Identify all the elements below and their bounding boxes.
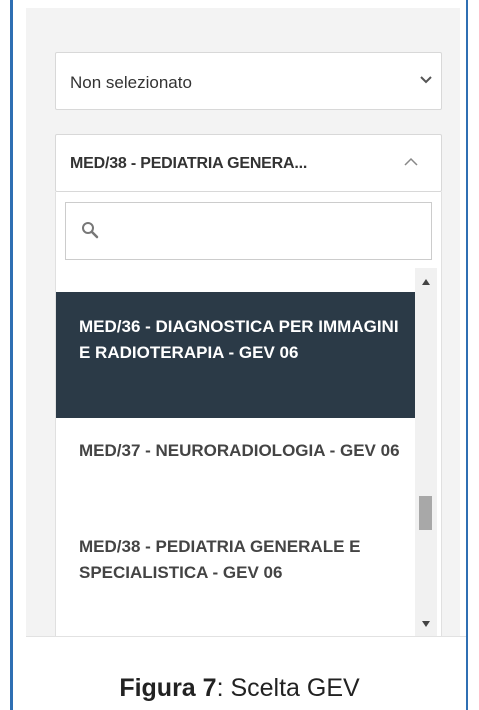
chevron-up-icon — [404, 157, 418, 166]
caption-label: Figura 7 — [119, 674, 217, 702]
ssd-dropdown: MED/36 - DIAGNOSTICA PER IMMAGINI E RADI… — [55, 192, 442, 636]
ssd-select-value: MED/38 - PEDIATRIA GENERA... — [70, 155, 308, 172]
search-input[interactable] — [106, 203, 430, 261]
chevron-down-icon — [420, 76, 432, 84]
scroll-thumb[interactable] — [419, 496, 432, 530]
scroll-up-arrow-icon[interactable] — [421, 278, 431, 286]
options-scrollbar[interactable] — [415, 268, 437, 636]
option-med36[interactable]: MED/36 - DIAGNOSTICA PER IMMAGINI E RADI… — [56, 292, 415, 418]
figure-caption: Figura 7: Scelta GEV — [0, 674, 479, 703]
search-icon — [82, 222, 99, 239]
frame-right-border — [466, 0, 468, 710]
panel-bottom-divider — [26, 636, 466, 637]
frame-left-border — [10, 0, 13, 710]
caption-text: : Scelta GEV — [216, 674, 360, 702]
filter-select[interactable]: Non selezionato — [55, 52, 442, 110]
search-field[interactable] — [65, 202, 432, 261]
ssd-select[interactable]: MED/38 - PEDIATRIA GENERA... — [55, 134, 442, 192]
filter-select-value: Non selezionato — [70, 73, 192, 92]
option-med37[interactable]: MED/37 - NEURORADIOLOGIA - GEV 06 — [56, 418, 415, 514]
scroll-down-arrow-icon[interactable] — [421, 620, 431, 628]
option-med38[interactable]: MED/38 - PEDIATRIA GENERALE E SPECIALIST… — [56, 514, 415, 636]
